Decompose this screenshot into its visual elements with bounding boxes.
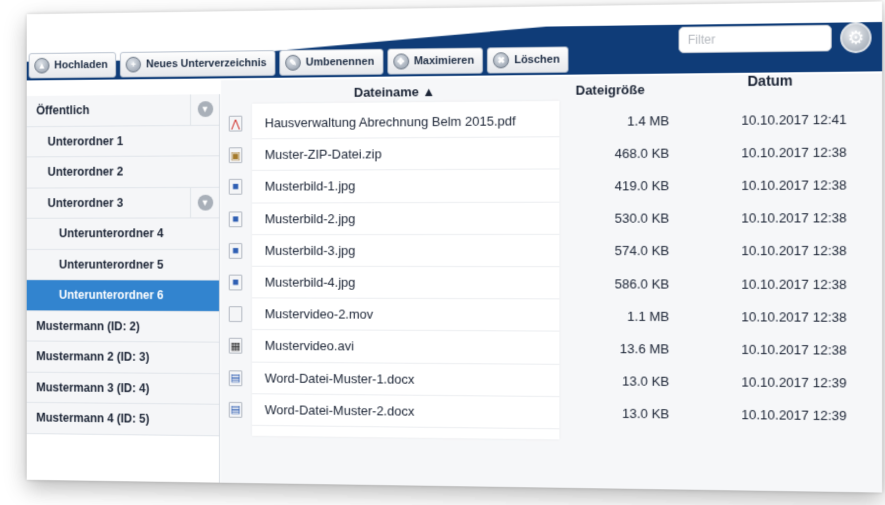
file-size: 419.0 KB: [614, 178, 670, 194]
rename-button[interactable]: ✎ Umbenennen: [279, 48, 384, 76]
file-name: Mustervideo.avi: [252, 330, 560, 365]
sidebar-item[interactable]: Mustermann 4 (ID: 5): [26, 402, 220, 436]
file-size: 13.0 KB: [622, 406, 670, 422]
file-name: Hausverwaltung Abrechnung Belm 2015.pdf: [252, 104, 560, 140]
folder-tree: Öffentlich ▼ Unterordner 1 Unterordner 2 Unt…: [26, 94, 221, 483]
file-date: 10.10.2017 12:38: [741, 210, 847, 226]
file-name: Musterbild-3.jpg: [252, 234, 560, 268]
sidebar-item-label: Unterordner 3: [47, 195, 124, 210]
sidebar-item[interactable]: Unterordner 1: [26, 125, 220, 158]
file-date: 10.10.2017 12:38: [741, 243, 847, 259]
file-size: 586.0 KB: [614, 275, 670, 292]
maximize-button[interactable]: ✥ Maximieren: [387, 47, 484, 75]
file-date: 10.10.2017 12:38: [741, 144, 847, 161]
chevron-down-icon: ▼: [197, 101, 213, 118]
file-size: 574.0 KB: [614, 243, 670, 259]
table-row[interactable]: ■ Musterbild-1.jpg 419.0 KB 10.10.2017 12:3…: [221, 168, 882, 204]
sidebar-item-label: Mustermann 3 (ID: 4): [36, 380, 150, 395]
sidebar-item[interactable]: Unterordner 2: [26, 156, 220, 189]
table-row[interactable]: ▦ Mustervideo.avi 13.6 MB 10.10.2017 12:38: [221, 330, 882, 367]
pdf-icon: ⋀: [228, 115, 243, 132]
sidebar-item[interactable]: Unterunterordner 4: [26, 218, 220, 250]
file-date: 10.10.2017 12:41: [741, 111, 847, 128]
delete-button[interactable]: ✖ Löschen: [487, 46, 569, 74]
zip-icon: ▣: [228, 147, 243, 164]
file-name: Musterbild-1.jpg: [252, 169, 560, 204]
expand-toggle[interactable]: ▼: [190, 94, 220, 125]
file-icon: [228, 306, 243, 323]
file-size: 468.0 KB: [614, 145, 670, 161]
file-list: Dateiname ▲ Dateigröße Datum ⋀ Hausverwal…: [220, 72, 883, 493]
image-icon: ■: [228, 242, 243, 259]
sidebar-item[interactable]: Unterordner 3 ▼: [26, 187, 220, 219]
file-name: Musterbild-2.jpg: [252, 202, 560, 235]
sidebar-item-label: Unterordner 1: [47, 134, 124, 149]
file-date: 10.10.2017 12:38: [741, 177, 847, 193]
file-size: 1.1 MB: [627, 308, 670, 324]
delete-button-label: Löschen: [514, 53, 560, 67]
file-date: 10.10.2017 12:38: [741, 341, 847, 358]
column-header-date[interactable]: Datum: [748, 72, 793, 89]
sidebar-item-label: Mustermann 4 (ID: 5): [36, 410, 150, 426]
upload-button-label: Hochladen: [54, 59, 108, 72]
file-name: Musterbild-4.jpg: [252, 266, 560, 300]
delete-icon: ✖: [493, 52, 510, 69]
rename-button-label: Umbenennen: [305, 55, 375, 69]
maximize-icon: ✥: [392, 53, 409, 70]
file-name: Word-Datei-Muster-1.docx: [252, 362, 560, 397]
file-name: Word-Datei-Muster-2.docx: [252, 393, 560, 430]
chevron-down-icon: ▼: [197, 194, 213, 211]
file-rows: ⋀ Hausverwaltung Abrechnung Belm 2015.pdf…: [221, 102, 882, 433]
new-folder-button[interactable]: + Neues Unterverzeichnis: [120, 50, 276, 78]
file-size: 13.0 KB: [622, 373, 670, 390]
maximize-button-label: Maximieren: [413, 54, 475, 68]
new-folder-icon: +: [125, 56, 142, 73]
upload-button[interactable]: ▲ Hochladen: [28, 52, 117, 79]
table-row[interactable]: Mustervideo-2.mov 1.1 MB 10.10.2017 12:38: [221, 298, 882, 333]
file-size: 530.0 KB: [614, 210, 670, 226]
expand-toggle[interactable]: ▼: [190, 187, 220, 218]
sidebar-item[interactable]: Mustermann 2 (ID: 3): [26, 341, 220, 374]
rename-icon: ✎: [285, 54, 301, 71]
image-icon: ■: [228, 274, 243, 291]
sidebar-item[interactable]: Mustermann (ID: 2): [26, 310, 220, 343]
sidebar-item-label: Unterordner 2: [47, 164, 124, 179]
sidebar-item[interactable]: Unterunterordner 5: [26, 249, 220, 281]
image-icon: ■: [228, 179, 243, 196]
column-header-size[interactable]: Dateigröße: [576, 82, 645, 98]
table-row[interactable]: ■ Musterbild-2.jpg 530.0 KB 10.10.2017 12:3…: [221, 201, 882, 235]
file-date: 10.10.2017 12:39: [741, 407, 847, 424]
sidebar-item[interactable]: Unterunterordner 6: [26, 280, 220, 312]
filter-input[interactable]: [678, 24, 832, 54]
file-name: Mustervideo-2.mov: [252, 298, 560, 332]
upload-icon: ▲: [34, 57, 50, 74]
file-date: 10.10.2017 12:38: [741, 276, 847, 292]
sidebar-item-label: Unterunterordner 4: [58, 226, 164, 241]
table-row[interactable]: ▣ Muster-ZIP-Datei.zip 468.0 KB 10.10.2017 …: [221, 135, 882, 172]
file-size: 13.6 MB: [619, 340, 670, 357]
sidebar-item[interactable]: Öffentlich ▼: [26, 94, 220, 127]
sidebar-item-label: Unterunterordner 6: [58, 288, 164, 303]
file-name: Muster-ZIP-Datei.zip: [252, 137, 560, 172]
document-icon: ▤: [228, 401, 243, 418]
table-row[interactable]: ⋀ Hausverwaltung Abrechnung Belm 2015.pdf…: [221, 102, 882, 140]
file-date: 10.10.2017 12:39: [741, 374, 847, 391]
table-row[interactable]: ■ Musterbild-3.jpg 574.0 KB 10.10.2017 12:3…: [221, 234, 882, 268]
sidebar-item-label: Öffentlich: [36, 103, 90, 118]
file-date: 10.10.2017 12:38: [741, 308, 847, 325]
sidebar-item[interactable]: Mustermann 3 (ID: 4): [26, 372, 220, 405]
sidebar-item-label: Mustermann 2 (ID: 3): [36, 349, 150, 365]
sidebar-item-label: Unterunterordner 5: [58, 257, 164, 272]
sidebar-item-label: Mustermann (ID: 2): [36, 318, 140, 334]
table-row[interactable]: ■ Musterbild-4.jpg 586.0 KB 10.10.2017 12:3…: [221, 266, 882, 301]
file-manager-window: ⚙ ▲ Hochladen + Neues Unterverzeichnis ✎…: [26, 1, 883, 493]
column-header-name[interactable]: Dateiname ▲: [354, 84, 435, 100]
new-folder-button-label: Neues Unterverzeichnis: [146, 57, 267, 71]
video-icon: ▦: [228, 338, 243, 354]
document-icon: ▤: [228, 369, 243, 386]
file-size: 1.4 MB: [627, 112, 670, 129]
image-icon: ■: [228, 211, 243, 227]
